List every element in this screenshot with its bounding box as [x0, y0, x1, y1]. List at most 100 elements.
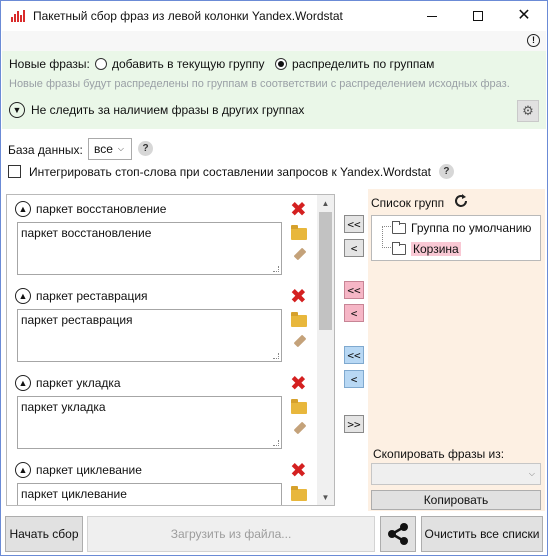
stopwords-checkbox[interactable]	[8, 165, 21, 178]
move-one-pink-button[interactable]: <	[344, 304, 364, 322]
radio-dot-distribute	[275, 58, 287, 70]
share-icon	[388, 523, 408, 545]
folder-outline-icon	[392, 241, 406, 255]
group-item: ▲ паркет восстановление паркет восстанов…	[7, 195, 317, 282]
new-phrases-hint: Новые фразы будут распределены по группа…	[9, 78, 510, 90]
group-title: паркет восстановление	[36, 202, 167, 216]
delete-icon[interactable]: ✖	[290, 374, 307, 394]
group-header[interactable]: ▲ паркет восстановление	[15, 201, 166, 217]
refresh-icon[interactable]	[452, 192, 470, 210]
load-from-file-button[interactable]: Загрузить из файла...	[87, 516, 375, 552]
folder-icon[interactable]	[291, 225, 307, 240]
settings-button[interactable]: ⚙	[517, 100, 539, 122]
maximize-icon	[473, 11, 483, 21]
group-phrases-textarea[interactable]: паркет восстановление	[17, 222, 282, 275]
clear-all-button[interactable]: Очистить все списки	[421, 516, 543, 552]
scroll-up-icon[interactable]: ▲	[317, 195, 334, 211]
chevron-down-icon: ▼	[9, 102, 25, 118]
database-select[interactable]: все ⌵	[88, 138, 132, 160]
radio-add-to-current[interactable]: добавить в текущую группу	[95, 57, 265, 71]
app-window: Пакетный сбор фраз из левой колонки Yand…	[0, 0, 548, 556]
chevron-down-icon: ⌵	[528, 469, 535, 478]
delete-icon[interactable]: ✖	[290, 287, 307, 307]
folder-outline-icon	[392, 220, 406, 234]
chevron-up-icon[interactable]: ▲	[15, 462, 31, 478]
eraser-icon[interactable]	[293, 247, 307, 261]
move-all-pink-button[interactable]: <<	[344, 281, 364, 299]
stopwords-label: Интегрировать стоп-слова при составлении…	[29, 164, 431, 179]
follow-label: Не следить за наличием фразы в других гр…	[31, 103, 305, 117]
move-one-left-button[interactable]: <	[344, 239, 364, 257]
move-all-right-button[interactable]: >>	[344, 415, 364, 433]
group-tree: Группа по умолчанию Корзина	[371, 215, 541, 261]
group-item: ▲ паркет реставрация паркет реставрация …	[7, 282, 317, 369]
tree-connector	[382, 247, 391, 248]
close-icon: ✕	[517, 7, 531, 24]
delete-icon[interactable]: ✖	[290, 461, 307, 481]
groups-list: ▲ паркет восстановление паркет восстанов…	[6, 194, 335, 506]
tree-connector	[382, 226, 383, 248]
chevron-up-icon[interactable]: ▲	[15, 375, 31, 391]
follow-toggle[interactable]: ▼ Не следить за наличием фразы в других …	[9, 102, 304, 118]
tree-connector	[382, 226, 391, 227]
radio-distribute-label: распределить по группам	[292, 57, 435, 71]
group-phrases-textarea[interactable]: паркет реставрация	[17, 309, 282, 362]
gear-icon: ⚙	[522, 103, 534, 118]
move-one-blue-button[interactable]: <	[344, 370, 364, 388]
group-header[interactable]: ▲ паркет циклевание	[15, 462, 142, 478]
minimize-button[interactable]	[409, 1, 455, 31]
window-title: Пакетный сбор фраз из левой колонки Yand…	[33, 9, 343, 23]
stopwords-help-icon[interactable]: ?	[438, 164, 454, 179]
radio-add-label: добавить в текущую группу	[112, 57, 265, 71]
copy-from-label: Скопировать фразы из:	[373, 447, 505, 461]
tree-item-default-group[interactable]: Группа по умолчанию	[392, 220, 532, 235]
copy-button[interactable]: Копировать	[371, 490, 541, 510]
chevron-up-icon[interactable]: ▲	[15, 288, 31, 304]
scroll-down-icon[interactable]: ▼	[317, 489, 334, 505]
move-all-left-button[interactable]: <<	[344, 215, 364, 233]
bottom-toolbar: Начать сбор Загрузить из файла... Очисти…	[2, 511, 546, 555]
app-bar-chart-icon	[11, 10, 25, 22]
group-title: паркет циклевание	[36, 463, 142, 477]
group-header[interactable]: ▲ паркет реставрация	[15, 288, 148, 304]
group-list-panel: Список групп Группа по умолчанию Корзина…	[368, 189, 545, 511]
alert-bar: !	[2, 31, 546, 51]
radio-dot-add	[95, 58, 107, 70]
database-label: База данных:	[8, 143, 83, 157]
database-help-icon[interactable]: ?	[138, 141, 153, 156]
new-phrases-label: Новые фразы:	[9, 57, 90, 71]
delete-icon[interactable]: ✖	[290, 200, 307, 220]
chevron-up-icon[interactable]: ▲	[15, 201, 31, 217]
share-button[interactable]	[380, 516, 416, 552]
minimize-icon	[427, 15, 437, 17]
move-all-blue-button[interactable]: <<	[344, 346, 364, 364]
start-button[interactable]: Начать сбор	[5, 516, 83, 552]
close-button[interactable]: ✕	[501, 1, 547, 31]
scroll-thumb[interactable]	[319, 212, 332, 330]
chevron-down-icon: ⌵	[117, 144, 124, 153]
database-value: все	[94, 142, 113, 156]
group-item: ▲ паркет циклевание паркет циклевание ✖	[7, 456, 317, 505]
group-header[interactable]: ▲ паркет укладка	[15, 375, 121, 391]
eraser-icon[interactable]	[293, 334, 307, 348]
eraser-icon[interactable]	[293, 421, 307, 435]
folder-icon[interactable]	[291, 399, 307, 414]
tree-item-trash[interactable]: Корзина	[392, 241, 461, 256]
group-phrases-textarea[interactable]: паркет укладка	[17, 396, 282, 449]
group-item: ▲ паркет укладка паркет укладка ✖	[7, 369, 317, 456]
stopwords-row[interactable]: Интегрировать стоп-слова при составлении…	[8, 164, 454, 179]
new-phrases-panel: Новые фразы: добавить в текущую группу р…	[2, 51, 546, 129]
folder-icon[interactable]	[291, 486, 307, 501]
radio-distribute[interactable]: распределить по группам	[275, 57, 434, 71]
group-title: паркет укладка	[36, 376, 121, 390]
folder-icon[interactable]	[291, 312, 307, 327]
tree-item-label: Группа по умолчанию	[411, 221, 532, 235]
group-title: паркет реставрация	[36, 289, 148, 303]
group-list-title: Список групп	[371, 196, 445, 210]
tree-item-label: Корзина	[411, 242, 461, 256]
group-phrases-textarea[interactable]: паркет циклевание	[17, 483, 282, 505]
groups-scrollbar[interactable]: ▲ ▼	[317, 195, 334, 505]
maximize-button[interactable]	[455, 1, 501, 31]
exclamation-icon[interactable]: !	[527, 34, 540, 47]
copy-from-select[interactable]: ⌵	[371, 463, 541, 485]
